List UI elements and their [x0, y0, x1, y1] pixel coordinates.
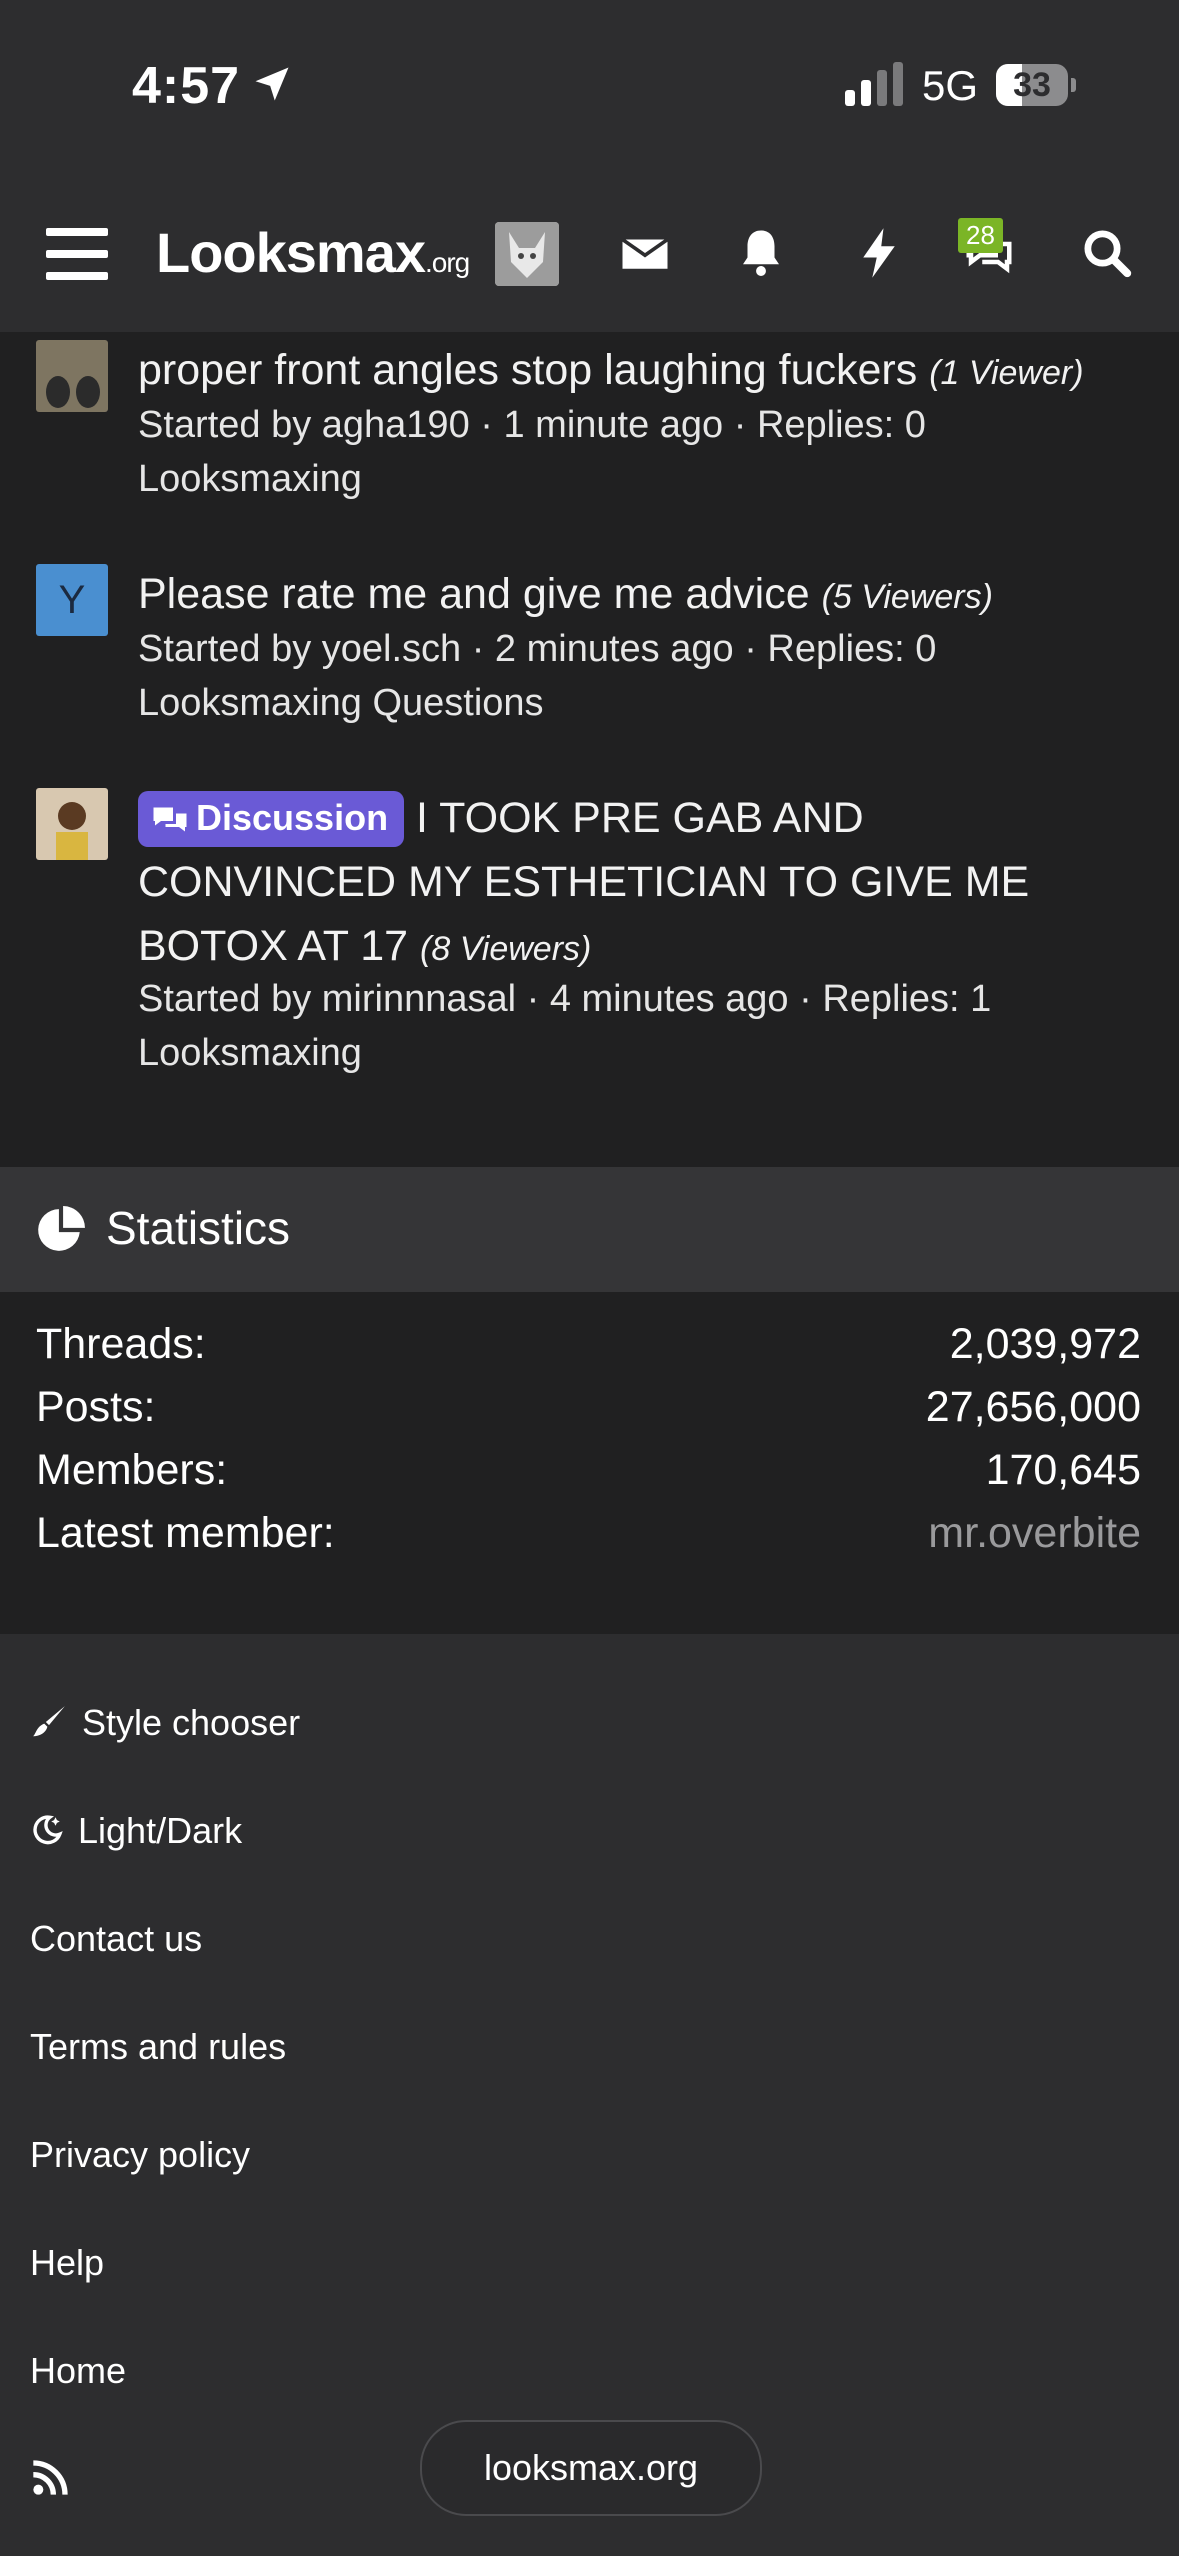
thread-title-text[interactable]: proper front angles stop laughing fucker…	[138, 346, 917, 394]
stat-label: Posts:	[36, 1383, 156, 1431]
stat-value: 2,039,972	[949, 1320, 1141, 1368]
network-type: 5G	[922, 62, 979, 109]
thread-meta: Started by agha190 · 1 minute ago · Repl…	[138, 404, 926, 446]
location-arrow-icon	[255, 67, 289, 101]
thread-viewers: (1 Viewer)	[929, 354, 1084, 392]
thread-title[interactable]: proper front angles stop laughing fucker…	[138, 338, 1149, 405]
battery-icon: 33	[996, 64, 1076, 106]
thread-list: proper front angles stop laughing fucker…	[0, 332, 1179, 1167]
prefix-label: Discussion	[196, 797, 389, 838]
user-avatar[interactable]	[495, 222, 559, 286]
site-header: Looksmax.org 28	[0, 170, 1179, 332]
stat-row-members: Members: 170,645	[36, 1446, 1141, 1508]
site-logo[interactable]: Looksmax.org	[156, 220, 470, 285]
thread-title-line[interactable]: I TOOK PRE GAB AND	[416, 794, 864, 842]
contact-us-link[interactable]: Contact us	[30, 1918, 202, 1960]
browser-address-bar[interactable]: looksmax.org	[420, 2420, 762, 2516]
battery-level: 33	[1013, 66, 1051, 104]
thread-title-text[interactable]: Please rate me and give me advice	[138, 570, 810, 618]
stat-label: Latest member:	[36, 1509, 335, 1557]
thread-title[interactable]: Discussion I TOOK PRE GAB AND CONVINCED …	[138, 786, 1149, 981]
footer-link-label: Light/Dark	[78, 1810, 243, 1851]
privacy-policy-link[interactable]: Privacy policy	[30, 2134, 250, 2176]
thread-viewers: (8 Viewers)	[420, 930, 592, 968]
stat-row-posts: Posts: 27,656,000	[36, 1383, 1141, 1445]
stat-value: 170,645	[985, 1446, 1141, 1494]
paintbrush-icon	[33, 1706, 65, 1737]
rss-link[interactable]	[30, 2458, 84, 2501]
statistics-panel: Threads: 2,039,972 Posts: 27,656,000 Mem…	[0, 1292, 1179, 1634]
thread-title[interactable]: Please rate me and give me advice (5 Vie…	[138, 562, 1149, 629]
stat-value: 27,656,000	[925, 1383, 1141, 1431]
stat-label: Members:	[36, 1446, 228, 1494]
menu-button[interactable]	[46, 228, 108, 280]
discussion-icon	[153, 807, 187, 832]
thread-author-avatar[interactable]: Y	[36, 564, 108, 636]
terms-link[interactable]: Terms and rules	[30, 2026, 286, 2068]
bell-icon[interactable]	[734, 226, 788, 280]
statistics-header: Statistics	[0, 1167, 1179, 1292]
stat-row-threads: Threads: 2,039,972	[36, 1320, 1141, 1382]
search-icon[interactable]	[1080, 226, 1134, 280]
lightning-icon[interactable]	[852, 226, 906, 280]
site-footer	[0, 1634, 1179, 2556]
footer-link-label: Style chooser	[82, 1702, 301, 1743]
home-link[interactable]: Home	[30, 2350, 126, 2392]
thread-forum[interactable]: Looksmaxing	[138, 452, 362, 506]
logo-suffix: .org	[425, 247, 470, 278]
thread-forum[interactable]: Looksmaxing	[138, 1026, 362, 1080]
thread-meta: Started by yoel.sch · 2 minutes ago · Re…	[138, 628, 937, 670]
style-chooser-link[interactable]: Style chooser	[30, 1702, 300, 1744]
thread-author-avatar[interactable]	[36, 340, 108, 412]
avatar-image	[495, 222, 559, 286]
conversations-badge: 28	[958, 218, 1003, 253]
inbox-envelope-icon[interactable]	[618, 226, 672, 280]
thread-meta: Started by mirinnnasal · 4 minutes ago ·…	[138, 978, 992, 1020]
stat-row-latest-member: Latest member: mr.overbite	[36, 1509, 1141, 1571]
thread-author-avatar[interactable]	[36, 788, 108, 860]
latest-member-link[interactable]: mr.overbite	[928, 1509, 1141, 1558]
status-bar: 4:57 5G 33	[0, 0, 1179, 170]
logo-text: Looksmax	[156, 221, 426, 284]
light-dark-toggle[interactable]: Light/Dark	[30, 1810, 242, 1852]
cellular-signal-icon	[845, 62, 903, 106]
help-link[interactable]: Help	[30, 2242, 104, 2284]
status-time: 4:57	[132, 57, 241, 115]
thread-forum[interactable]: Looksmaxing Questions	[138, 676, 544, 730]
thread-title-line[interactable]: CONVINCED MY ESTHETICIAN TO GIVE ME	[138, 858, 1029, 906]
stat-label: Threads:	[36, 1320, 206, 1368]
pie-chart-icon	[38, 1206, 85, 1251]
statistics-title: Statistics	[106, 1202, 291, 1254]
rss-icon	[33, 2460, 68, 2495]
thread-viewers: (5 Viewers)	[821, 578, 993, 616]
moon-icon	[33, 1815, 63, 1845]
discussion-prefix-badge[interactable]: Discussion	[138, 791, 405, 847]
thread-title-line[interactable]: BOTOX AT 17	[138, 922, 408, 970]
